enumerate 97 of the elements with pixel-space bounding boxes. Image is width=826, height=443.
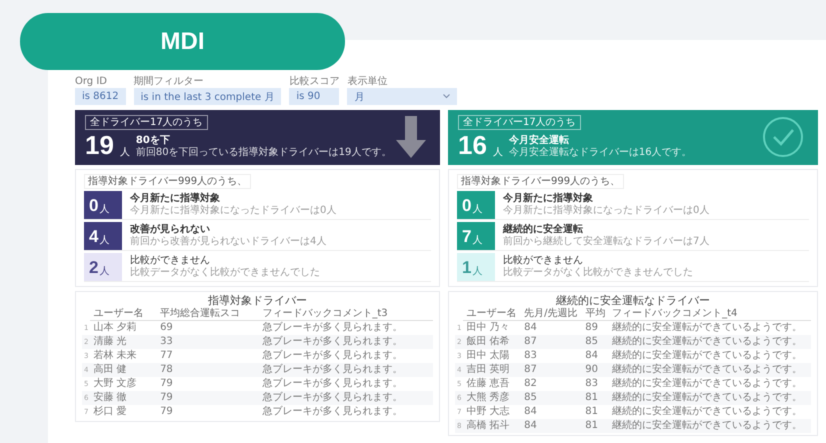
table-cell: 急ブレーキが多く見られます。 bbox=[259, 335, 433, 349]
table-cell: 継続的に安全運転ができているようです。 bbox=[609, 405, 811, 419]
table-title: 継続的に安全運転なドライバー bbox=[555, 294, 711, 308]
table-cell: 田中 太陽 bbox=[463, 349, 522, 363]
table-title: 指導対象ドライバー bbox=[207, 294, 308, 308]
check-circle-icon bbox=[762, 116, 804, 158]
banner-tag: 全ドライバー17人のうち bbox=[85, 115, 208, 130]
table-cell: 78 bbox=[157, 363, 260, 377]
count-unit: 人 bbox=[492, 146, 503, 159]
banner-title: 今月安全運転 bbox=[508, 135, 570, 146]
count-tile: 0人 bbox=[84, 191, 122, 219]
table-cell: 高田 健 bbox=[90, 363, 158, 377]
table-cell: 大野 文彦 bbox=[90, 377, 158, 391]
stat-title: 今月新たに指導対象 bbox=[503, 193, 594, 204]
table-cell: 84 bbox=[582, 349, 610, 363]
table-cell: 高橋 拓斗 bbox=[463, 419, 522, 433]
stat-description: 比較データがなく比較ができませんでした bbox=[503, 267, 693, 279]
filter-label: 期間フィルター bbox=[134, 76, 205, 87]
stat-description: 前回から継続して安全運転なドライバーは7人 bbox=[503, 236, 710, 248]
table-cell: 84 bbox=[521, 419, 582, 433]
stat-description: 比較データがなく比較ができませんでした bbox=[130, 267, 320, 279]
table-cell: 90 bbox=[582, 363, 610, 377]
driver-count: 16 bbox=[458, 132, 487, 159]
table-cell: 89 bbox=[582, 320, 610, 335]
filter-label: 表示単位 bbox=[347, 76, 388, 87]
section-label: 指導対象ドライバー999人のうち、 bbox=[457, 174, 624, 189]
table-cell: 急ブレーキが多く見られます。 bbox=[259, 320, 433, 335]
count-tile: 7人 bbox=[457, 222, 495, 250]
table-cell: 中野 大志 bbox=[463, 405, 522, 419]
table-cell: 87 bbox=[521, 335, 582, 349]
table-cell: 吉田 英明 bbox=[463, 363, 522, 377]
filter-field[interactable]: is 8612 bbox=[75, 88, 126, 105]
table-cell: 85 bbox=[582, 335, 610, 349]
stat-description: 前回から改善が見られないドライバーは4人 bbox=[130, 236, 326, 248]
table-cell: 33 bbox=[157, 335, 260, 349]
table-cell: 田中 乃々 bbox=[463, 320, 522, 335]
filter-field[interactable]: 月 bbox=[347, 88, 458, 105]
table-cell: 81 bbox=[582, 419, 610, 433]
banner-title: 80を下 bbox=[136, 135, 171, 147]
driver-count: 19 bbox=[85, 132, 114, 159]
section-label: 指導対象ドライバー999人のうち、 bbox=[84, 174, 252, 189]
table-cell: 飯田 佑希 bbox=[463, 335, 522, 349]
filter-label: Org ID bbox=[75, 76, 108, 87]
table-cell: 継続的に安全運転ができているようです。 bbox=[609, 335, 811, 349]
banner-subtitle: 前回80を下回っている指導対象ドライバーは19人です。 bbox=[136, 147, 392, 159]
table-cell: 大熊 秀彦 bbox=[463, 391, 522, 405]
table-cell: 急ブレーキが多く見られます。 bbox=[259, 391, 433, 405]
stat-title: 比較ができません bbox=[130, 255, 211, 266]
table-cell: 83 bbox=[521, 349, 582, 363]
table-cell: 継続的に安全運転ができているようです。 bbox=[609, 320, 811, 335]
stat-title: 改善が見られない bbox=[130, 224, 211, 236]
stat-title: 比較ができません bbox=[503, 255, 584, 266]
table-cell: 81 bbox=[582, 405, 610, 419]
count-tile: 1人 bbox=[457, 253, 495, 281]
table-cell: 79 bbox=[157, 405, 260, 419]
table-cell: 急ブレーキが多く見られます。 bbox=[259, 405, 433, 419]
count-tile: 2人 bbox=[84, 253, 122, 281]
banner-tag: 全ドライバー17人のうち bbox=[458, 115, 581, 130]
count-unit: 人 bbox=[120, 146, 130, 159]
table-cell: 82 bbox=[521, 377, 582, 391]
table-cell: 83 bbox=[582, 377, 610, 391]
table-cell: 急ブレーキが多く見られます。 bbox=[259, 363, 433, 377]
stat-description: 今月新たに指導対象になったドライバーは0人 bbox=[130, 205, 336, 217]
banner-subtitle: 今月安全運転なドライバーは16人です。 bbox=[508, 147, 692, 159]
table-cell: 清藤 光 bbox=[90, 335, 158, 349]
table-cell: 継続的に安全運転ができているようです。 bbox=[609, 349, 811, 363]
stat-title: 継続的に安全運転 bbox=[503, 224, 584, 236]
table-cell: 継続的に安全運転ができているようです。 bbox=[609, 419, 811, 433]
table-cell: 77 bbox=[157, 349, 260, 363]
table-cell: 85 bbox=[521, 391, 582, 405]
chevron-down-icon bbox=[443, 94, 450, 99]
table-cell: 87 bbox=[521, 363, 582, 377]
table-cell: 継続的に安全運転ができているようです。 bbox=[609, 391, 811, 405]
filter-field[interactable]: is 90 bbox=[289, 88, 340, 105]
table-cell: 69 bbox=[157, 320, 260, 335]
table-cell: 急ブレーキが多く見られます。 bbox=[259, 377, 433, 391]
table-cell: 杉口 愛 bbox=[90, 405, 158, 419]
table-cell: 山本 夕莉 bbox=[90, 320, 158, 335]
table-cell: 継続的に安全運転ができているようです。 bbox=[609, 377, 811, 391]
filter-field[interactable]: is in the last 3 complete 月 bbox=[134, 88, 282, 105]
brand-badge: MDI bbox=[20, 13, 345, 70]
table-cell: 79 bbox=[157, 391, 260, 405]
table-cell: 佐藤 恵吾 bbox=[463, 377, 522, 391]
stat-title: 今月新たに指導対象 bbox=[130, 193, 221, 204]
count-tile: 0人 bbox=[457, 191, 495, 219]
table-cell: 84 bbox=[521, 405, 582, 419]
down-arrow-icon bbox=[396, 116, 426, 158]
stat-description: 今月新たに指導対象になったドライバーは0人 bbox=[503, 205, 710, 217]
filter-label: 比較スコア bbox=[289, 76, 340, 87]
table-cell: 若林 未来 bbox=[90, 349, 158, 363]
table-cell: 継続的に安全運転ができているようです。 bbox=[609, 363, 811, 377]
table-cell: 79 bbox=[157, 377, 260, 391]
table-cell: 84 bbox=[521, 320, 582, 335]
table-cell: 急ブレーキが多く見られます。 bbox=[259, 349, 433, 363]
table-cell: 81 bbox=[582, 391, 610, 405]
count-tile: 4人 bbox=[84, 222, 122, 250]
table-cell: 安藤 徹 bbox=[90, 391, 158, 405]
